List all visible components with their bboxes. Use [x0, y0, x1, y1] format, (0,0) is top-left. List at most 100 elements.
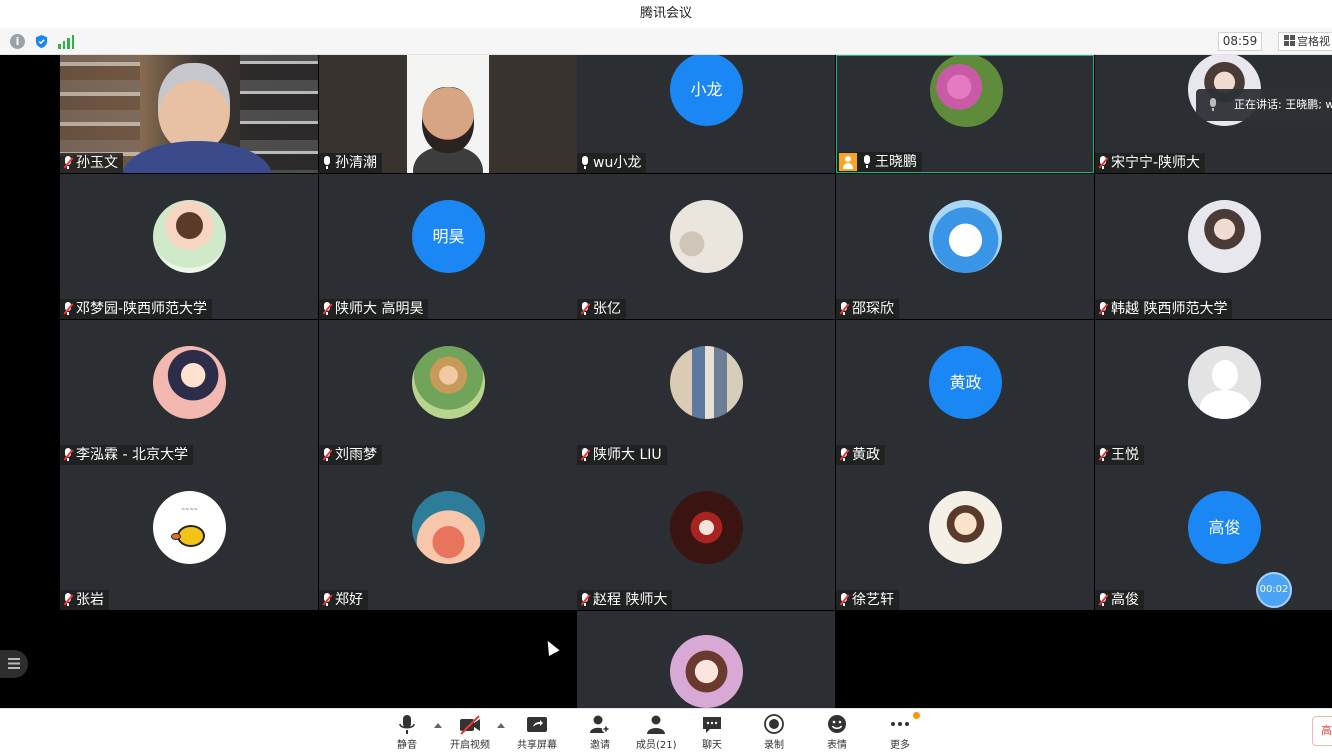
participant-tile[interactable] [577, 611, 835, 708]
participant-name: 张岩 [76, 592, 104, 608]
participant-nameplate: 陕师大 LIU [577, 445, 667, 465]
video-options-caret[interactable] [497, 723, 505, 728]
mic-muted-icon [838, 302, 850, 316]
share-screen-button[interactable]: 共享屏幕 [517, 714, 557, 753]
participant-tile[interactable]: 高俊 高俊 [1095, 465, 1332, 610]
mic-muted-icon [62, 156, 74, 170]
avatar [153, 200, 226, 273]
participant-name: 高俊 [1111, 592, 1139, 608]
mic-muted-icon [579, 448, 591, 462]
start-video-button[interactable]: 开启视频 [450, 714, 490, 753]
emoji-button[interactable]: 表情 [822, 714, 852, 753]
mic-muted-icon [62, 448, 74, 462]
mic-muted-icon [321, 302, 333, 316]
participant-tile[interactable]: 邵琛欣 [836, 174, 1094, 319]
mic-muted-icon [321, 593, 333, 607]
participant-tile[interactable]: 明昊 陕师大 高明昊 [319, 174, 577, 319]
participant-tile[interactable]: 徐艺轩 [836, 465, 1094, 610]
participant-tile[interactable]: 张亿 [577, 174, 835, 319]
participant-tile[interactable]: 孙清潮 [319, 55, 577, 173]
chat-label: 聊天 [702, 740, 722, 751]
avatar: 小龙 [670, 55, 743, 126]
mic-muted-icon [62, 302, 74, 316]
participant-tile[interactable]: 小龙 wu小龙 [577, 55, 835, 173]
participant-tile[interactable]: 王晓鹏 [836, 55, 1094, 173]
participant-tile[interactable]: 邓梦园-陕西师范大学 [60, 174, 318, 319]
participant-tile[interactable]: 韩越 陕西师范大学 [1095, 174, 1332, 319]
shield-icon[interactable] [34, 34, 49, 49]
speaking-text: 正在讲话: 王晓鹏; w [1234, 98, 1332, 111]
window-title: 腾讯会议 [0, 0, 1332, 28]
info-icon[interactable]: i [10, 34, 25, 49]
share-screen-icon [527, 717, 547, 732]
record-button[interactable]: 录制 [759, 714, 789, 753]
avatar: 黄政 [929, 346, 1002, 419]
mic-muted-icon [838, 448, 850, 462]
participant-name: 邓梦园-陕西师范大学 [76, 301, 208, 317]
mic-muted-icon [838, 593, 850, 607]
emoji-label: 表情 [827, 740, 847, 751]
participant-nameplate: 王晓鹏 [837, 152, 922, 172]
participant-nameplate: 邓梦园-陕西师范大学 [60, 299, 213, 319]
mic-muted-icon [1097, 156, 1109, 170]
participant-name: 黄政 [852, 447, 880, 463]
participant-tile[interactable]: 王悦 [1095, 320, 1332, 465]
host-icon [839, 153, 857, 171]
meeting-clock: 08:59 [1218, 32, 1262, 51]
recording-timer[interactable]: 00:02 [1256, 572, 1292, 608]
avatar [153, 346, 226, 419]
participant-tile[interactable]: 黄政 黄政 [836, 320, 1094, 465]
avatar [670, 635, 743, 708]
mute-options-caret[interactable] [434, 723, 442, 728]
participant-name: 孙玉文 [76, 155, 118, 171]
participant-name: 邵琛欣 [852, 301, 894, 317]
avatar [412, 491, 485, 564]
avatar [670, 200, 743, 273]
mic-icon [861, 155, 873, 169]
avatar: 明昊 [412, 200, 485, 273]
participant-nameplate: 王悦 [1095, 445, 1144, 465]
participant-tile[interactable]: 郑好 [319, 465, 577, 610]
signal-icon[interactable] [58, 34, 74, 49]
participant-tile[interactable]: 赵程 陕师大 [577, 465, 835, 610]
mic-muted-icon [1097, 302, 1109, 316]
participant-nameplate: 孙玉文 [60, 153, 123, 173]
side-menu-button[interactable] [0, 650, 28, 678]
more-button[interactable]: 更多 [885, 714, 915, 753]
grid-view-label: 宫格视 [1297, 35, 1330, 48]
chat-button[interactable]: 聊天 [697, 714, 727, 753]
participant-tile[interactable]: ~~~~ 张岩 [60, 465, 318, 610]
start-video-label: 开启视频 [450, 740, 490, 751]
participant-name: 韩越 陕西师范大学 [1111, 301, 1228, 317]
participant-name: 宋宁宁-陕师大 [1111, 155, 1201, 171]
more-icon [891, 722, 909, 726]
record-icon [764, 714, 784, 734]
participant-name: 张亿 [593, 301, 621, 317]
bottom-toolbar: 静音 开启视频 共享屏幕 邀请 成员(21) 聊天 录制 表情 更多 [0, 708, 1332, 753]
record-label: 录制 [764, 740, 784, 751]
avatar [929, 200, 1002, 273]
mute-label: 静音 [397, 740, 417, 751]
invite-button[interactable]: 邀请 [585, 714, 615, 753]
mic-muted-icon [1097, 593, 1109, 607]
participant-name: 王晓鹏 [875, 154, 917, 170]
grid-view-button[interactable]: 宫格视 [1278, 32, 1332, 51]
participant-tile[interactable]: 孙玉文 [60, 55, 318, 173]
grid-icon [1284, 35, 1295, 46]
mute-button[interactable]: 静音 [392, 714, 422, 753]
participant-nameplate: 高俊 [1095, 590, 1144, 610]
end-meeting-button[interactable]: 高 [1312, 716, 1332, 746]
mic-muted-icon [1097, 448, 1109, 462]
participant-nameplate: 赵程 陕师大 [577, 590, 673, 610]
participant-tile[interactable]: 刘雨梦 [319, 320, 577, 465]
avatar [929, 491, 1002, 564]
mic-icon [579, 156, 591, 170]
participant-name: 徐艺轩 [852, 592, 894, 608]
participant-name: wu小龙 [593, 155, 642, 171]
participant-nameplate: wu小龙 [577, 153, 647, 173]
avatar [670, 346, 743, 419]
mic-muted-icon [321, 448, 333, 462]
participant-tile[interactable]: 陕师大 LIU [577, 320, 835, 465]
participant-tile[interactable]: 李泓霖 - 北京大学 [60, 320, 318, 465]
members-button[interactable]: 成员(21) [636, 714, 677, 753]
